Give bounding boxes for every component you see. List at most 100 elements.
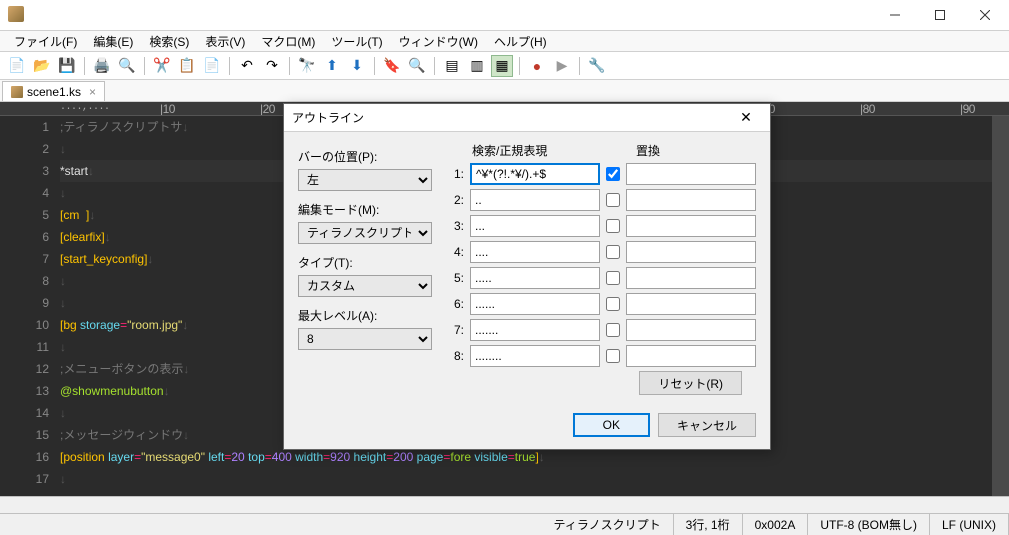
cut-button[interactable]: ✂️ bbox=[151, 55, 173, 77]
menu-view[interactable]: 表示(V) bbox=[197, 31, 253, 52]
tab-close-icon[interactable]: × bbox=[89, 85, 96, 99]
regex-checkbox[interactable] bbox=[606, 297, 620, 311]
menu-edit[interactable]: 編集(E) bbox=[85, 31, 141, 52]
pattern-input[interactable] bbox=[470, 293, 600, 315]
regex-checkbox[interactable] bbox=[606, 271, 620, 285]
cancel-button[interactable]: キャンセル bbox=[658, 413, 756, 437]
tab-scene1[interactable]: scene1.ks × bbox=[2, 81, 105, 101]
dialog-close-button[interactable]: ✕ bbox=[730, 109, 762, 126]
line-number: 3 bbox=[0, 160, 49, 182]
replace-input[interactable] bbox=[626, 267, 756, 289]
print-preview-button[interactable]: 🔍 bbox=[116, 55, 138, 77]
save-button[interactable]: 💾 bbox=[56, 55, 78, 77]
replace-input[interactable] bbox=[626, 345, 756, 367]
open-button[interactable]: 📂 bbox=[31, 55, 53, 77]
scissors-icon: ✂️ bbox=[153, 57, 170, 74]
paste-button[interactable]: 📄 bbox=[201, 55, 223, 77]
undo-button[interactable]: ↶ bbox=[236, 55, 258, 77]
record-icon: ● bbox=[533, 58, 541, 74]
bookmark-button[interactable]: 🔖 bbox=[381, 55, 403, 77]
tab-label: scene1.ks bbox=[27, 85, 81, 99]
menu-help[interactable]: ヘルプ(H) bbox=[486, 31, 555, 52]
toolbar: 📄 📂 💾 🖨️ 🔍 ✂️ 📋 📄 ↶ ↷ 🔭 ⬆ ⬇ 🔖 🔍 ▤ ▥ ▦ ● … bbox=[0, 52, 1009, 80]
play-button[interactable]: ▶ bbox=[551, 55, 573, 77]
maximize-button[interactable] bbox=[917, 1, 962, 29]
regex-checkbox[interactable] bbox=[606, 219, 620, 233]
menu-window[interactable]: ウィンドウ(W) bbox=[391, 31, 486, 52]
print-button[interactable]: 🖨️ bbox=[91, 55, 113, 77]
regex-checkbox[interactable] bbox=[606, 323, 620, 337]
status-charcode: 0x002A bbox=[743, 514, 809, 535]
arrow-up-icon: ⬆ bbox=[326, 57, 338, 74]
pattern-input[interactable] bbox=[470, 267, 600, 289]
menu-search[interactable]: 検索(S) bbox=[141, 31, 197, 52]
menu-file[interactable]: ファイル(F) bbox=[6, 31, 85, 52]
replace-input[interactable] bbox=[626, 319, 756, 341]
pattern-input[interactable] bbox=[470, 241, 600, 263]
minimize-button[interactable] bbox=[872, 1, 917, 29]
replace-input[interactable] bbox=[626, 163, 756, 185]
view-mode-1[interactable]: ▤ bbox=[441, 55, 463, 77]
redo-button[interactable]: ↷ bbox=[261, 55, 283, 77]
type-select[interactable]: カスタム bbox=[298, 275, 432, 297]
find-next-button[interactable]: ⬇ bbox=[346, 55, 368, 77]
line-number: 4 bbox=[0, 182, 49, 204]
record-button[interactable]: ● bbox=[526, 55, 548, 77]
pattern-input[interactable] bbox=[470, 345, 600, 367]
find-button[interactable]: 🔭 bbox=[296, 55, 318, 77]
regex-checkbox[interactable] bbox=[606, 193, 620, 207]
pattern-row: 1: bbox=[450, 163, 756, 185]
row-number: 8: bbox=[450, 349, 464, 363]
line-numbers: 1234567891011121314151617 bbox=[0, 116, 60, 496]
replace-input[interactable] bbox=[626, 293, 756, 315]
row-number: 7: bbox=[450, 323, 464, 337]
zoom-button[interactable]: 🔍 bbox=[406, 55, 428, 77]
edit-mode-label: 編集モード(M): bbox=[298, 201, 432, 218]
view-mode-3[interactable]: ▦ bbox=[491, 55, 513, 77]
ok-button[interactable]: OK bbox=[573, 413, 650, 437]
pattern-input[interactable] bbox=[470, 319, 600, 341]
vertical-scrollbar[interactable] bbox=[992, 116, 1009, 496]
code-line[interactable]: ↓ bbox=[60, 468, 992, 490]
menu-macro[interactable]: マクロ(M) bbox=[253, 31, 323, 52]
paste-icon: 📄 bbox=[203, 57, 220, 74]
type-label: タイプ(T): bbox=[298, 254, 432, 271]
pattern-input[interactable] bbox=[470, 163, 600, 185]
horizontal-scrollbar[interactable] bbox=[0, 496, 1009, 513]
toolbar-separator bbox=[289, 57, 290, 75]
settings-button[interactable]: 🔧 bbox=[586, 55, 608, 77]
new-file-button[interactable]: 📄 bbox=[6, 55, 28, 77]
edit-mode-select[interactable]: ティラノスクリプト bbox=[298, 222, 432, 244]
copy-icon: 📋 bbox=[178, 57, 195, 74]
row-number: 2: bbox=[450, 193, 464, 207]
toolbar-separator bbox=[229, 57, 230, 75]
status-encoding: UTF-8 (BOM無し) bbox=[808, 514, 930, 535]
replace-input[interactable] bbox=[626, 189, 756, 211]
max-level-select[interactable]: 8 bbox=[298, 328, 432, 350]
toolbar-separator bbox=[434, 57, 435, 75]
regex-checkbox[interactable] bbox=[606, 245, 620, 259]
reset-button[interactable]: リセット(R) bbox=[639, 371, 742, 395]
copy-button[interactable]: 📋 bbox=[176, 55, 198, 77]
pattern-input[interactable] bbox=[470, 189, 600, 211]
menu-tool[interactable]: ツール(T) bbox=[323, 31, 390, 52]
replace-input[interactable] bbox=[626, 241, 756, 263]
play-icon: ▶ bbox=[557, 57, 568, 74]
layout-icon: ▤ bbox=[445, 57, 458, 74]
redo-icon: ↷ bbox=[266, 57, 278, 74]
pattern-row: 8: bbox=[450, 345, 756, 367]
dialog-titlebar[interactable]: アウトライン ✕ bbox=[284, 104, 770, 132]
close-button[interactable] bbox=[962, 1, 1007, 29]
view-mode-2[interactable]: ▥ bbox=[466, 55, 488, 77]
find-prev-button[interactable]: ⬆ bbox=[321, 55, 343, 77]
regex-checkbox[interactable] bbox=[606, 349, 620, 363]
replace-input[interactable] bbox=[626, 215, 756, 237]
bar-position-select[interactable]: 左 bbox=[298, 169, 432, 191]
toolbar-separator bbox=[84, 57, 85, 75]
pattern-input[interactable] bbox=[470, 215, 600, 237]
regex-checkbox[interactable] bbox=[606, 167, 620, 181]
row-number: 3: bbox=[450, 219, 464, 233]
file-icon: 📄 bbox=[8, 57, 25, 74]
row-number: 1: bbox=[450, 167, 464, 181]
line-number: 5 bbox=[0, 204, 49, 226]
